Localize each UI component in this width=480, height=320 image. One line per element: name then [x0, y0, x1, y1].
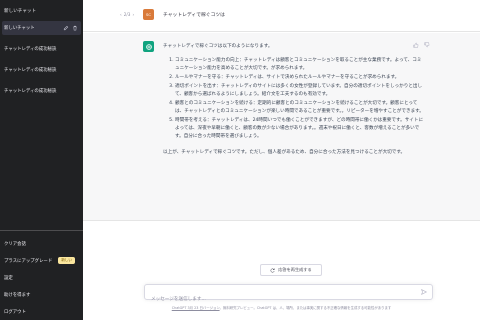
message-input-box: [144, 284, 433, 307]
settings-button[interactable]: 設定: [0, 269, 83, 286]
footer-disclaimer: ChatGPT 3月 23 日バージョン。無料研究プレビュー。ChatGPT は…: [83, 305, 480, 310]
refresh-icon: [270, 268, 275, 272]
list-item: 時間帯を考える：チャットレディは、24時間いつでも働くことができますが、どの時間…: [175, 117, 425, 141]
chatgpt-logo-icon: [143, 41, 154, 52]
list-item: コミュニケーション能力の向上：チャットレディは顧客とコミュニケーションを取ること…: [175, 57, 425, 73]
clear-conversations-button[interactable]: クリア会話: [0, 235, 83, 252]
user-message-text: チャットレディで稼ぐコツは: [163, 13, 225, 18]
app-window: 新しいチャット 新しいチャット チャットレディの成功秘訣 チャットレディの成功秘…: [0, 0, 480, 320]
response-pager: ‹ 2/3 ›: [120, 12, 134, 17]
list-item: ルールやマナーを守る：チャットレディは、サイトで決められたルールやマナーを守るこ…: [175, 74, 425, 82]
next-response-button[interactable]: ›: [132, 12, 134, 17]
list-item: 顧客とのコミュニケーションを続ける：定期的に顧客とのコミュニケーションを続けるこ…: [175, 100, 425, 116]
sidebar-item-conversation[interactable]: チャットレディの成功秘訣: [2, 42, 81, 56]
chat-area: ‹ 2/3 › SC チャットレディで稼ぐコツは チャットレディで稼ぐコツは以下…: [83, 0, 480, 320]
trash-icon[interactable]: [72, 25, 78, 31]
edit-icon[interactable]: [63, 25, 69, 31]
help-button[interactable]: 助けを得ます: [0, 286, 83, 303]
assistant-message-content: チャットレディで稼ぐコツは以下のようになります。 コミュニケーション能力の向上：…: [163, 43, 425, 163]
assistant-message-row: チャットレディで稼ぐコツは以下のようになります。 コミュニケーション能力の向上：…: [83, 33, 480, 221]
assistant-intro: チャットレディで稼ぐコツは以下のようになります。: [163, 44, 273, 49]
sidebar-item-conversation[interactable]: チャットレディの成功秘訣: [2, 84, 81, 98]
version-link[interactable]: ChatGPT 3月 23 日バージョン: [172, 306, 220, 310]
conversation-actions: [63, 25, 78, 31]
send-icon[interactable]: [421, 289, 427, 295]
pager-count: 2/3: [123, 12, 131, 17]
prev-response-button[interactable]: ‹: [120, 12, 122, 17]
footer-text: 。無料研究プレビュー。ChatGPT は、人、場所、または事実に関する不正確な情…: [219, 306, 392, 310]
regenerate-button[interactable]: 応答を再生成する: [260, 264, 322, 276]
user-message-row: ‹ 2/3 › SC チャットレディで稼ぐコツは: [83, 0, 480, 32]
conversation-label: 新しいチャット: [4, 26, 35, 31]
user-avatar: SC: [143, 9, 154, 20]
sidebar-item-conversation[interactable]: 新しいチャット: [2, 21, 81, 35]
assistant-tips-list: コミュニケーション能力の向上：チャットレディは顧客とコミュニケーションを取ること…: [163, 57, 425, 141]
upgrade-plus-button[interactable]: プラスにアップグレード 新しい: [0, 252, 83, 269]
new-badge: 新しい: [58, 257, 75, 264]
new-chat-button[interactable]: 新しいチャット: [2, 3, 81, 19]
regenerate-label: 応答を再生成する: [278, 267, 312, 272]
assistant-outro: 以上が、チャットレディで稼ぐコツです。ただし、個人差があるため、自分に合った方法…: [163, 150, 406, 155]
sidebar-bottom-menu: クリア会話 プラスにアップグレード 新しい 設定 助けを得ます ログアウト: [0, 230, 83, 320]
list-item: 適切ポイントを出す：チャットレディのサイトには多くの女性が登録しています。自分の…: [175, 83, 425, 99]
upgrade-label: プラスにアップグレード: [4, 258, 53, 264]
sidebar-item-conversation[interactable]: チャットレディの成功秘訣: [2, 63, 81, 77]
sidebar: 新しいチャット 新しいチャット チャットレディの成功秘訣 チャットレディの成功秘…: [0, 0, 83, 320]
logout-button[interactable]: ログアウト: [0, 303, 83, 320]
